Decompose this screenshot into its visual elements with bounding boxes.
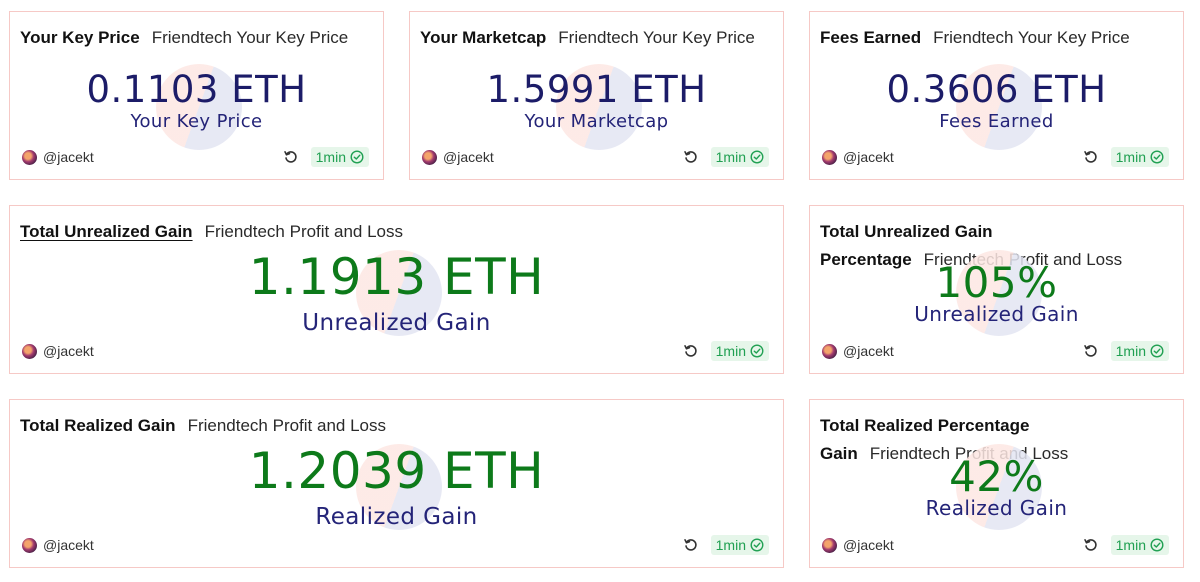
avatar — [422, 149, 437, 165]
card-header: Total Unrealized Gain Friendtech Profit a… — [20, 218, 773, 246]
user-handle[interactable]: @jacekt — [43, 149, 94, 165]
card-footer: @jacekt 1min — [22, 147, 369, 167]
refresh-interval-label: 1min — [1115, 537, 1146, 553]
check-circle-icon — [1150, 344, 1164, 358]
refresh-interval-label: 1min — [1115, 343, 1146, 359]
card-unrealized-gain: Total Unrealized Gain Friendtech Profit a… — [9, 205, 784, 374]
card-subtitle: Friendtech Your Key Price — [933, 28, 1130, 47]
card-footer: @jacekt 1min — [422, 147, 769, 167]
avatar — [22, 343, 37, 359]
card-realized-gain: Total Realized Gain Friendtech Profit and… — [9, 399, 784, 568]
card-header: Your Key Price Friendtech Your Key Price — [20, 24, 373, 52]
refresh-icon[interactable] — [683, 343, 699, 359]
metric-caption: Your Key Price — [130, 111, 263, 132]
refresh-icon[interactable] — [683, 537, 699, 553]
avatar — [822, 343, 837, 359]
refresh-interval-badge: 1min — [710, 147, 769, 167]
refresh-interval-badge: 1min — [1110, 341, 1169, 361]
refresh-icon[interactable] — [283, 149, 299, 165]
refresh-interval-label: 1min — [715, 537, 746, 553]
metric-caption: Unrealized Gain — [914, 302, 1079, 326]
avatar — [822, 537, 837, 553]
card-footer: @jacekt 1min — [822, 147, 1169, 167]
card-fees-earned: Fees Earned Friendtech Your Key Price 0.3… — [809, 11, 1184, 180]
card-title[interactable]: Total Realized Gain — [20, 416, 176, 435]
metric-caption: Realized Gain — [925, 496, 1068, 520]
metric-value: 1.1913 ETH — [248, 248, 545, 306]
refresh-interval-badge: 1min — [1110, 147, 1169, 167]
refresh-interval-label: 1min — [715, 343, 746, 359]
check-circle-icon — [1150, 150, 1164, 164]
card-title[interactable]: Total Unrealized Gain — [20, 222, 193, 241]
check-circle-icon — [1150, 538, 1164, 552]
metric-value: 1.2039 ETH — [248, 442, 545, 500]
metric-value: 1.5991 ETH — [486, 68, 707, 111]
card-title[interactable]: Your Key Price — [20, 28, 140, 47]
card-header: Fees Earned Friendtech Your Key Price — [820, 24, 1173, 52]
metric-value: 0.1103 ETH — [86, 68, 307, 111]
refresh-interval-label: 1min — [715, 149, 746, 165]
card-subtitle: Friendtech Profit and Loss — [204, 222, 404, 241]
refresh-icon[interactable] — [1083, 343, 1099, 359]
metric-value: 0.3606 ETH — [886, 68, 1107, 111]
refresh-interval-badge: 1min — [710, 535, 769, 555]
card-header: Your Marketcap Friendtech Your Key Price — [420, 24, 773, 52]
avatar — [822, 149, 837, 165]
user-handle[interactable]: @jacekt — [43, 537, 94, 553]
card-subtitle: Friendtech Profit and Loss — [187, 416, 387, 435]
user-handle[interactable]: @jacekt — [43, 343, 94, 359]
refresh-icon[interactable] — [1083, 149, 1099, 165]
card-title[interactable]: Total Unrealized Gain — [820, 222, 993, 241]
metric-caption: Your Marketcap — [524, 111, 669, 132]
card-title[interactable]: Total Realized Percentage — [820, 416, 1029, 435]
avatar — [22, 149, 37, 165]
user-handle[interactable]: @jacekt — [843, 537, 894, 553]
refresh-icon[interactable] — [683, 149, 699, 165]
card-footer: @jacekt 1min — [22, 341, 769, 361]
card-marketcap: Your Marketcap Friendtech Your Key Price … — [409, 11, 784, 180]
check-circle-icon — [750, 538, 764, 552]
check-circle-icon — [750, 344, 764, 358]
check-circle-icon — [350, 150, 364, 164]
card-title[interactable]: Fees Earned — [820, 28, 921, 47]
avatar — [22, 537, 37, 553]
card-subtitle: Friendtech Your Key Price — [558, 28, 755, 47]
check-circle-icon — [750, 150, 764, 164]
refresh-interval-badge: 1min — [1110, 535, 1169, 555]
card-footer: @jacekt 1min — [822, 535, 1169, 555]
refresh-interval-badge: 1min — [710, 341, 769, 361]
metric-caption: Fees Earned — [939, 111, 1054, 132]
metric-value: 42% — [949, 452, 1044, 501]
card-header: Total Realized Gain Friendtech Profit and… — [20, 412, 773, 440]
card-footer: @jacekt 1min — [22, 535, 769, 555]
card-realized-percentage-gain: Total Realized Percentage Gain Friendtech… — [809, 399, 1184, 568]
card-subtitle: Friendtech Your Key Price — [151, 28, 349, 47]
refresh-interval-label: 1min — [1115, 149, 1146, 165]
user-handle[interactable]: @jacekt — [843, 343, 894, 359]
card-unrealized-gain-percentage: Total Unrealized Gain Percentage Friendte… — [809, 205, 1184, 374]
refresh-interval-label: 1min — [315, 149, 346, 165]
metric-value: 105% — [935, 258, 1058, 307]
metric-caption: Unrealized Gain — [302, 310, 491, 336]
user-handle[interactable]: @jacekt — [843, 149, 894, 165]
card-key-price: Your Key Price Friendtech Your Key Price … — [9, 11, 384, 180]
refresh-icon[interactable] — [1083, 537, 1099, 553]
card-footer: @jacekt 1min — [822, 341, 1169, 361]
metric-caption: Realized Gain — [315, 504, 478, 530]
card-title[interactable]: Your Marketcap — [420, 28, 546, 47]
refresh-interval-badge: 1min — [310, 147, 369, 167]
user-handle[interactable]: @jacekt — [443, 149, 494, 165]
